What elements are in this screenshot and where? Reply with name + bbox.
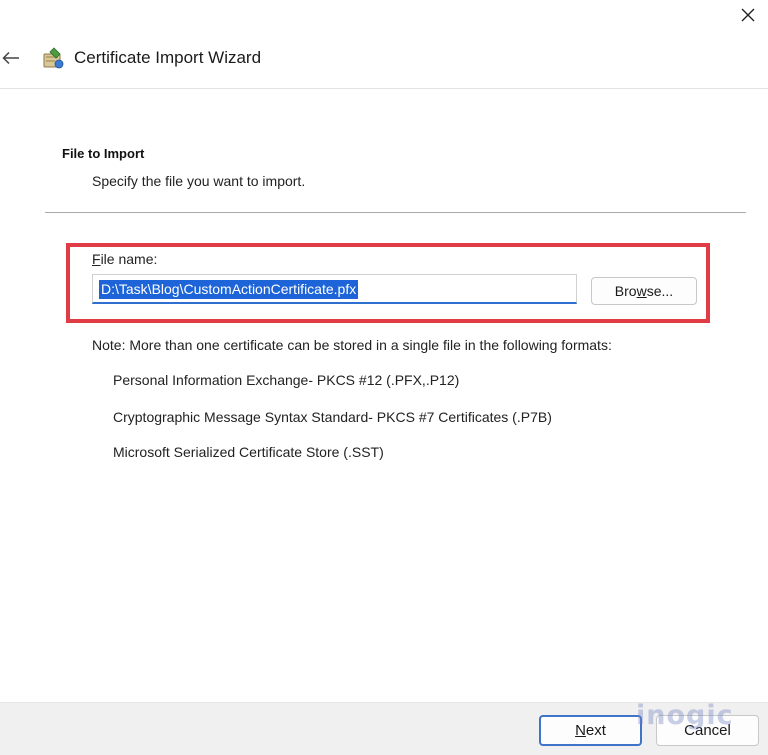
format-p7b: Cryptographic Message Syntax Standard- P… — [113, 409, 552, 425]
certificate-wizard-icon — [40, 45, 66, 71]
back-arrow-icon — [2, 51, 19, 65]
file-name-input[interactable]: D:\Task\Blog\CustomActionCertificate.pfx — [92, 274, 577, 304]
back-button[interactable] — [0, 46, 22, 70]
section-divider — [45, 212, 746, 213]
file-name-label: File name: — [92, 251, 158, 267]
close-icon — [741, 8, 755, 22]
next-button[interactable]: Next — [539, 715, 642, 746]
format-pfx: Personal Information Exchange- PKCS #12 … — [113, 372, 460, 388]
section-title: File to Import — [62, 146, 145, 161]
title-divider — [0, 88, 768, 89]
browse-button[interactable]: Bro w se... — [591, 277, 697, 305]
window-title: Certificate Import Wizard — [74, 48, 262, 67]
format-sst: Microsoft Serialized Certificate Store (… — [113, 444, 384, 460]
close-button[interactable] — [728, 0, 768, 30]
section-subtitle: Specify the file you want to import. — [92, 173, 306, 189]
watermark-logo: inogic — [636, 700, 734, 731]
file-name-value: D:\Task\Blog\CustomActionCertificate.pfx — [99, 280, 359, 299]
note-text: Note: More than one certificate can be s… — [92, 337, 612, 353]
